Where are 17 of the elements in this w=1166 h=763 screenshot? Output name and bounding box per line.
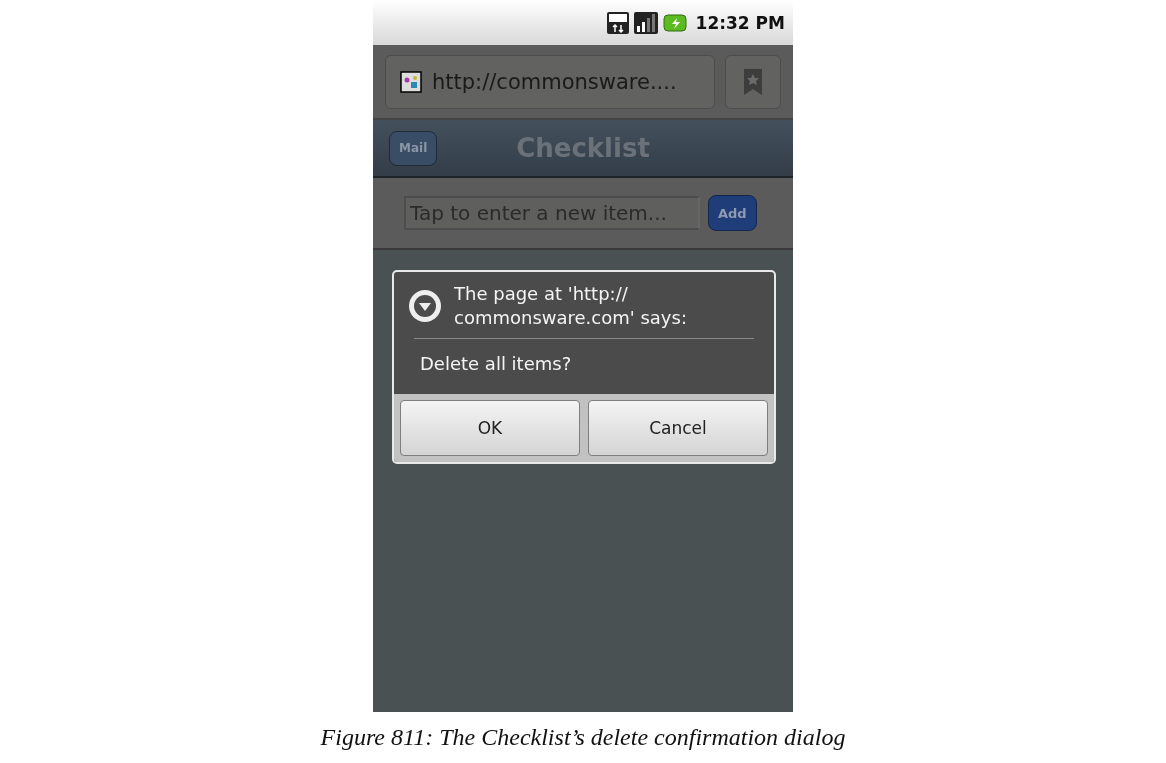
add-button[interactable]: Add <box>708 195 757 231</box>
dialog-button[interactable]: OK <box>400 400 580 456</box>
signal-icon <box>633 11 658 34</box>
url-text: http://commonsware.... <box>432 69 677 94</box>
dialog-message: Delete all items? <box>419 352 573 376</box>
figure-caption: Figure 811: The Checklist’s delete confirmation dialog <box>320 724 846 751</box>
dropdown-circle-icon <box>408 289 442 323</box>
dialog-title: The page at 'http:// commonsware.com' says: <box>454 282 687 330</box>
clock: 12:32 PM <box>695 12 785 33</box>
dialog-button[interactable]: Cancel <box>588 400 768 456</box>
url-field[interactable]: http://commonsware.... <box>385 54 715 109</box>
bookmark-button[interactable] <box>725 54 781 109</box>
site-favicon-icon <box>400 70 422 93</box>
network-3g-icon <box>606 11 629 34</box>
bookmark-star-icon <box>744 68 762 95</box>
battery-charging-icon <box>662 13 687 32</box>
mail-button[interactable]: Mail <box>389 130 438 166</box>
